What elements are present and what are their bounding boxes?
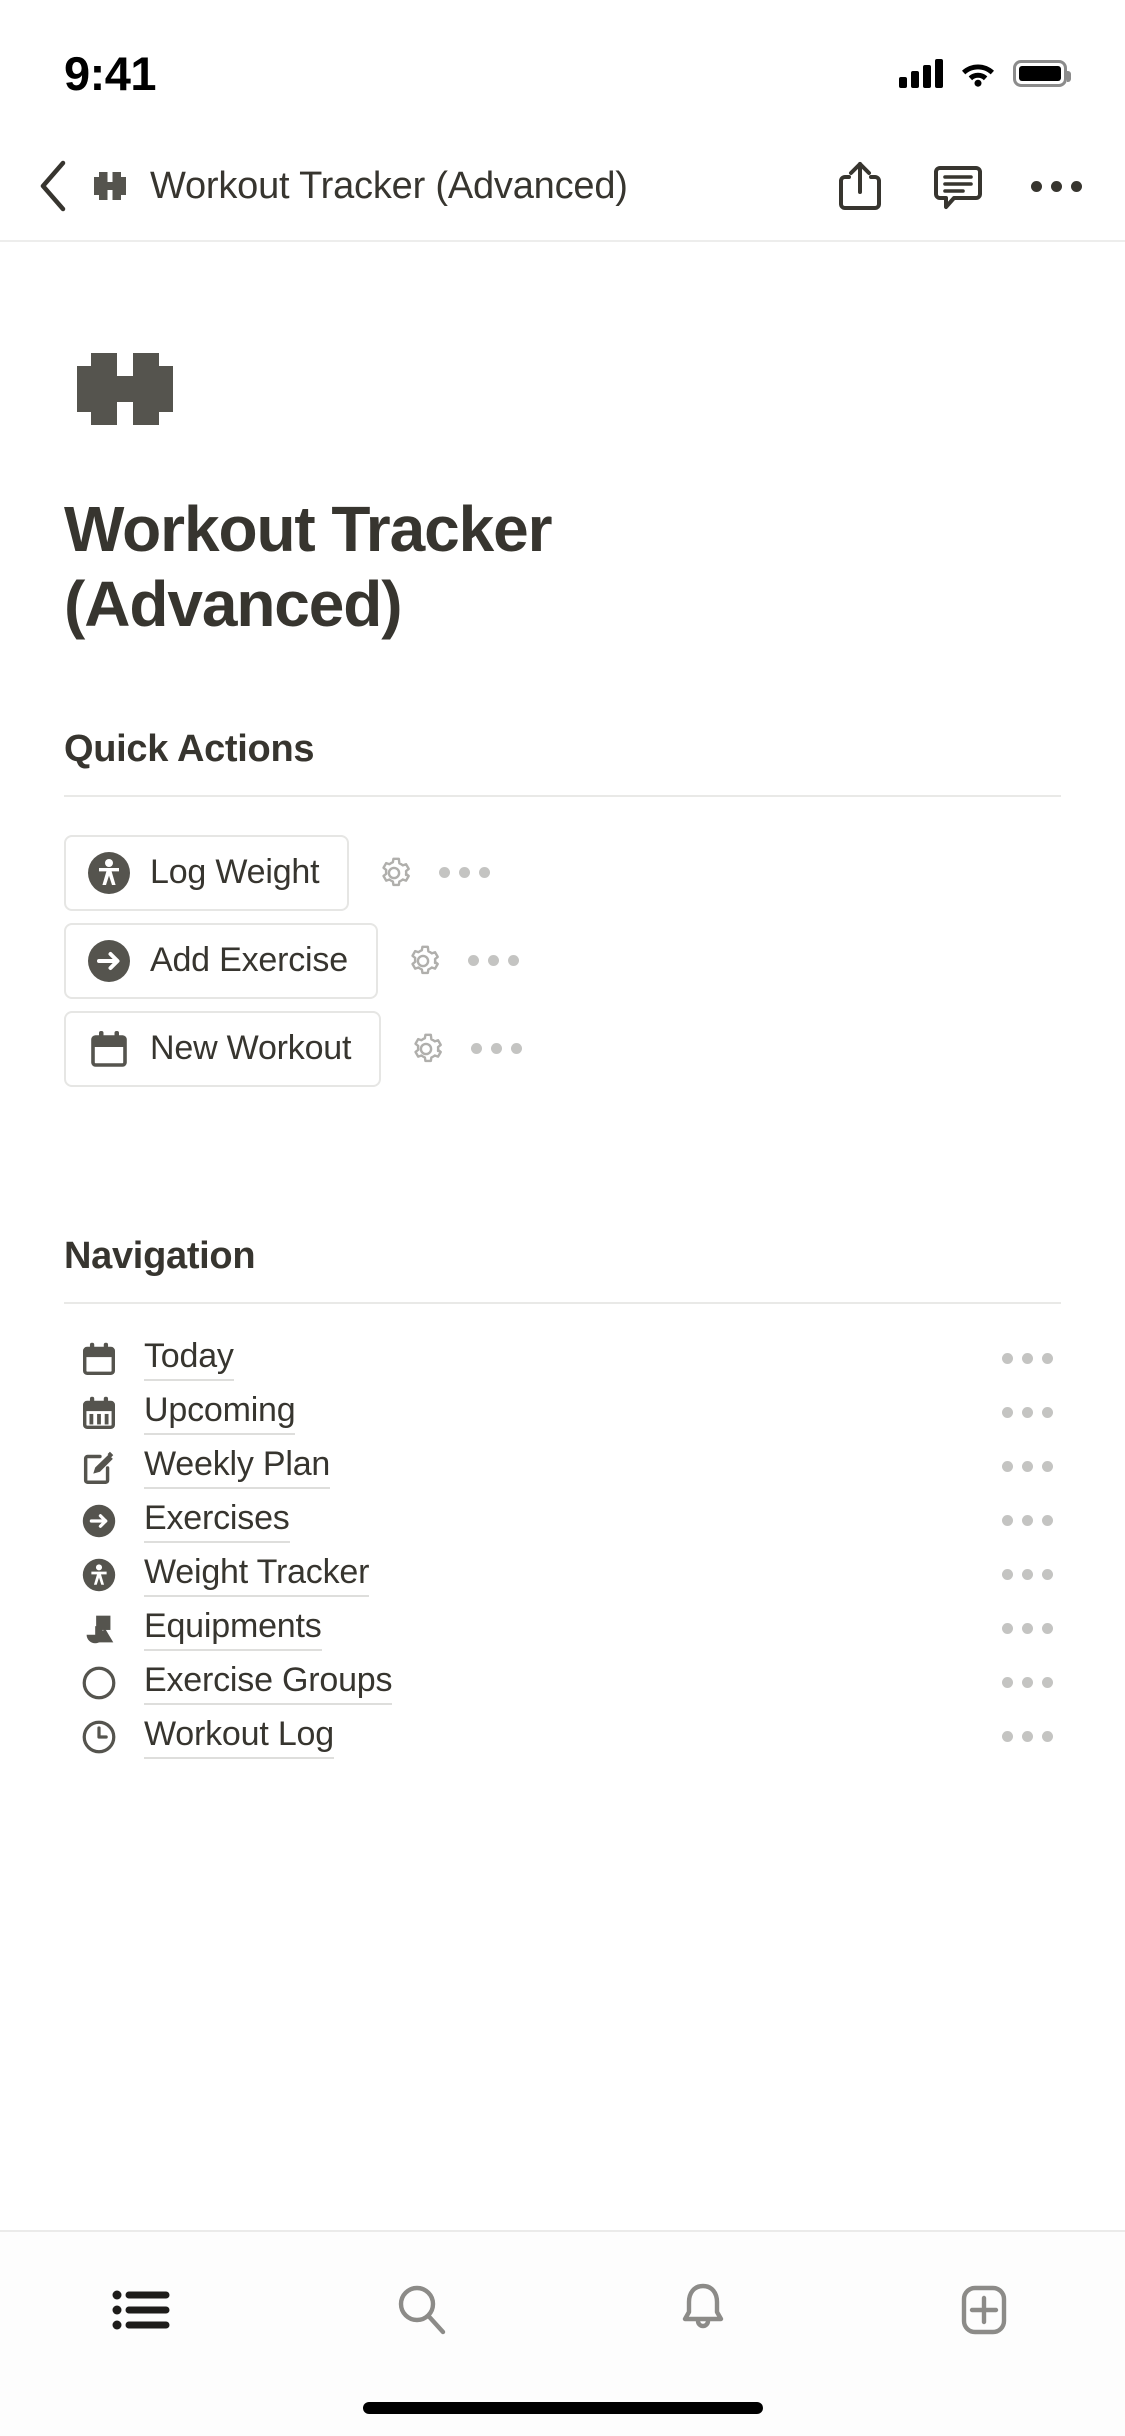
plus-square-icon bbox=[962, 2285, 1007, 2335]
quick-actions-divider bbox=[64, 794, 1061, 797]
quick-action-settings-button[interactable] bbox=[409, 1032, 443, 1066]
quick-action-label: New Workout bbox=[150, 1029, 352, 1068]
calendar-icon bbox=[91, 1030, 127, 1067]
quick-actions-list: Log Weight Add Exercise New Workout bbox=[64, 834, 1061, 1087]
new-workout-button[interactable]: New Workout bbox=[64, 1010, 382, 1087]
nav-item-workout-log[interactable]: Workout Log bbox=[64, 1710, 1061, 1764]
quick-action-settings-button[interactable] bbox=[377, 856, 411, 890]
nav-item-label: Workout Log bbox=[144, 1715, 334, 1759]
list-icon bbox=[112, 2290, 170, 2330]
list-item: Log Weight bbox=[64, 834, 1061, 911]
nav-item-exercises[interactable]: Exercises bbox=[64, 1494, 1061, 1548]
nav-item-label: Exercises bbox=[144, 1499, 290, 1543]
status-bar: 9:41 bbox=[0, 0, 1125, 132]
nav-item-more-button[interactable] bbox=[1002, 1407, 1053, 1419]
topbar-title: Workout Tracker (Advanced) bbox=[150, 164, 628, 207]
page-icon[interactable] bbox=[64, 334, 1061, 444]
status-time: 9:41 bbox=[64, 46, 157, 100]
nav-item-label: Weight Tracker bbox=[144, 1553, 369, 1597]
nav-item-more-button[interactable] bbox=[1002, 1731, 1053, 1743]
more-options-button[interactable] bbox=[1027, 157, 1085, 215]
topbar-actions bbox=[831, 157, 1085, 215]
dumbbell-icon bbox=[77, 353, 173, 425]
share-icon bbox=[839, 162, 881, 210]
nav-item-upcoming[interactable]: Upcoming bbox=[64, 1386, 1061, 1440]
breadcrumb[interactable]: Workout Tracker (Advanced) bbox=[88, 164, 831, 208]
nav-item-label: Equipments bbox=[144, 1607, 322, 1651]
gear-icon bbox=[411, 945, 439, 974]
status-icons bbox=[899, 58, 1071, 88]
nav-item-weekly-plan[interactable]: Weekly Plan bbox=[64, 1440, 1061, 1494]
circle-outline-icon bbox=[76, 1660, 122, 1706]
quick-action-more-button[interactable] bbox=[471, 1043, 523, 1055]
quick-actions-heading: Quick Actions bbox=[64, 727, 315, 770]
gear-icon bbox=[382, 857, 411, 886]
cellular-signal-icon bbox=[899, 58, 943, 88]
person-circle-icon bbox=[76, 1552, 122, 1598]
bell-icon bbox=[682, 2283, 724, 2329]
quick-actions-section: Quick Actions Log Weight Add Exercise Ne… bbox=[64, 728, 1061, 1087]
navigation-divider bbox=[64, 1301, 1061, 1304]
comment-button[interactable] bbox=[929, 157, 987, 215]
back-button[interactable] bbox=[24, 157, 82, 215]
log-weight-button[interactable]: Log Weight bbox=[64, 834, 350, 911]
navigation-heading: Navigation bbox=[64, 1234, 256, 1277]
nav-item-more-button[interactable] bbox=[1002, 1623, 1053, 1635]
add-exercise-button[interactable]: Add Exercise bbox=[64, 922, 378, 999]
nav-item-weight-tracker[interactable]: Weight Tracker bbox=[64, 1548, 1061, 1602]
search-tab[interactable] bbox=[352, 2262, 492, 2358]
quick-action-settings-button[interactable] bbox=[406, 944, 440, 978]
list-tab[interactable] bbox=[71, 2262, 211, 2358]
quick-action-more-button[interactable] bbox=[467, 955, 519, 967]
notifications-tab[interactable] bbox=[633, 2262, 773, 2358]
nav-item-exercise-groups[interactable]: Exercise Groups bbox=[64, 1656, 1061, 1710]
quick-action-label: Log Weight bbox=[150, 853, 320, 892]
nav-item-equipments[interactable]: Equipments bbox=[64, 1602, 1061, 1656]
nav-item-today[interactable]: Today bbox=[64, 1332, 1061, 1386]
person-circle-icon bbox=[88, 851, 130, 894]
nav-item-label: Exercise Groups bbox=[144, 1661, 393, 1705]
list-item: New Workout bbox=[64, 1010, 1061, 1087]
quick-action-label: Add Exercise bbox=[150, 941, 348, 980]
nav-item-more-button[interactable] bbox=[1002, 1515, 1053, 1527]
arrow-right-circle-icon bbox=[76, 1498, 122, 1544]
calendar-week-icon bbox=[76, 1390, 122, 1436]
gear-icon bbox=[414, 1033, 443, 1062]
nav-item-label: Today bbox=[144, 1337, 234, 1381]
nav-item-more-button[interactable] bbox=[1002, 1353, 1053, 1365]
bottom-tab-bar bbox=[0, 2230, 1125, 2436]
chevron-left-icon bbox=[40, 160, 66, 212]
create-tab[interactable] bbox=[914, 2262, 1054, 2358]
nav-item-more-button[interactable] bbox=[1002, 1461, 1053, 1473]
home-indicator bbox=[362, 2402, 763, 2414]
comment-icon bbox=[934, 166, 982, 209]
nav-item-more-button[interactable] bbox=[1002, 1569, 1053, 1581]
nav-item-more-button[interactable] bbox=[1002, 1677, 1053, 1689]
list-item: Add Exercise bbox=[64, 922, 1061, 999]
share-button[interactable] bbox=[831, 157, 889, 215]
tabbar-icons bbox=[0, 2232, 1125, 2402]
arrow-right-circle-icon bbox=[88, 939, 130, 982]
shapes-icon bbox=[76, 1606, 122, 1652]
battery-icon bbox=[1013, 59, 1071, 87]
calendar-icon bbox=[76, 1336, 122, 1382]
wifi-icon bbox=[960, 59, 996, 87]
nav-item-label: Upcoming bbox=[144, 1391, 296, 1435]
quick-action-more-button[interactable] bbox=[439, 867, 491, 879]
more-options-icon bbox=[1030, 180, 1082, 192]
dumbbell-icon bbox=[94, 172, 126, 200]
page-content: Workout Tracker (Advanced) Quick Actions… bbox=[0, 334, 1125, 1764]
clock-icon bbox=[76, 1714, 122, 1760]
page-title: Workout Tracker (Advanced) bbox=[64, 493, 552, 640]
search-icon bbox=[398, 2285, 446, 2335]
navigation-list: Today Upcoming Weekly Plan Exercises Wei… bbox=[64, 1332, 1061, 1764]
navigation-section: Navigation Today Upcoming Weekly Plan Ex… bbox=[64, 1235, 1061, 1764]
nav-item-label: Weekly Plan bbox=[144, 1445, 330, 1489]
app-top-bar: Workout Tracker (Advanced) bbox=[0, 132, 1125, 242]
edit-square-icon bbox=[76, 1444, 122, 1490]
